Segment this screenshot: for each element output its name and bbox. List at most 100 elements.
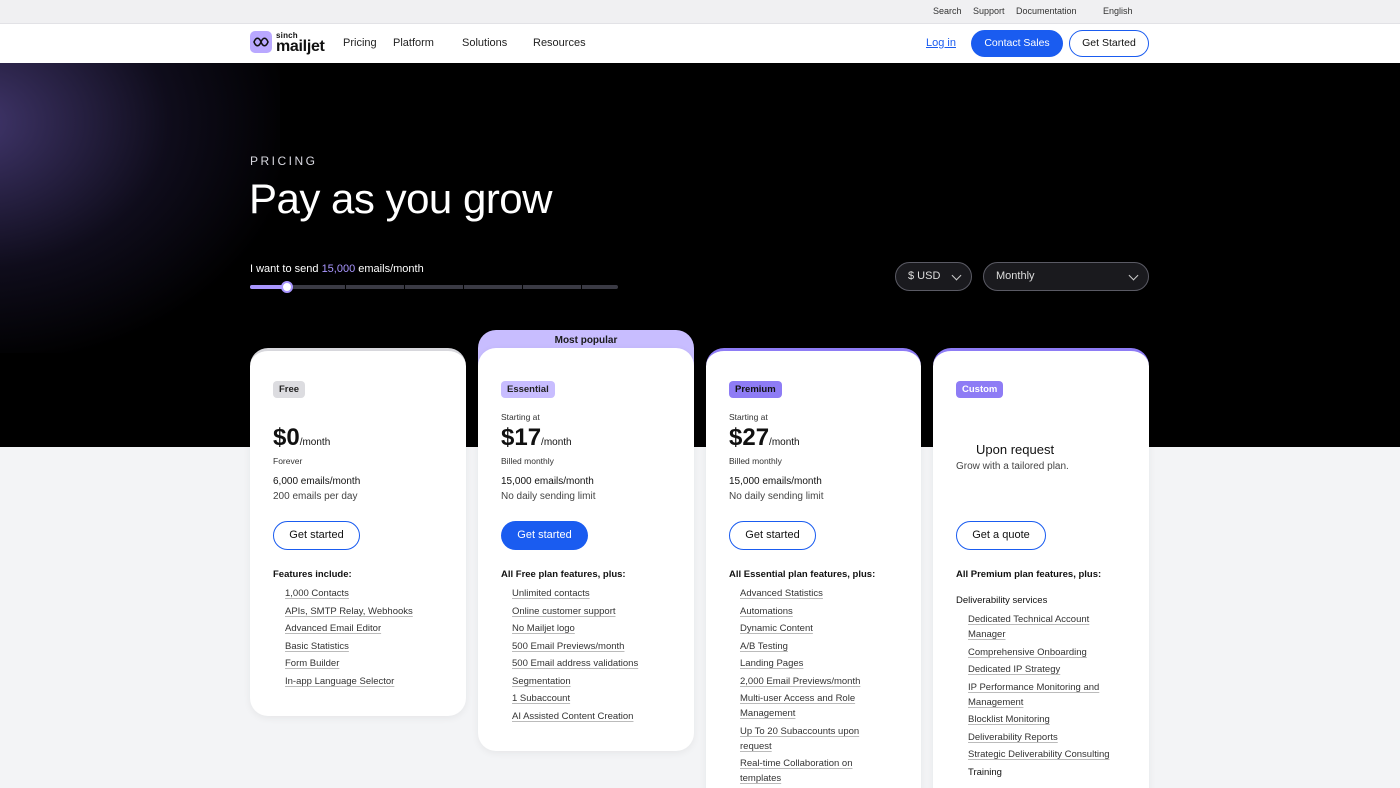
plan-card-essential — [478, 348, 694, 751]
features-heading: All Premium plan features, plus: — [956, 569, 1102, 580]
send-value: 15,000 — [321, 263, 356, 275]
price-period: /month — [299, 437, 331, 448]
feature-item[interactable]: IP Performance Monitoring and — [968, 680, 1099, 695]
feature-item[interactable]: Automations — [740, 604, 793, 619]
feature-item[interactable]: Unlimited contacts — [512, 586, 590, 601]
feature-item[interactable]: request — [740, 739, 772, 754]
utility-support-link[interactable]: Support — [973, 6, 1005, 16]
features-heading: All Free plan features, plus: — [501, 569, 626, 580]
feature-item[interactable]: Basic Statistics — [285, 639, 349, 654]
feature-item[interactable]: Strategic Deliverability Consulting — [968, 747, 1110, 762]
send-prefix: I want to send — [250, 263, 319, 275]
features-heading: Features include: — [273, 569, 352, 580]
feature-item[interactable]: Dedicated IP Strategy — [968, 662, 1060, 677]
price-note: Billed monthly — [729, 456, 782, 466]
feature-item[interactable]: Segmentation — [512, 674, 571, 689]
features-heading: All Essential plan features, plus: — [729, 569, 876, 580]
hero-eyebrow: PRICING — [250, 154, 318, 168]
feature-item[interactable]: Dynamic Content — [740, 621, 813, 636]
feature-item[interactable]: Landing Pages — [740, 656, 803, 671]
price-custom: Upon request — [976, 442, 1055, 457]
price-essential: $17/month — [501, 424, 572, 452]
get-a-quote-button[interactable]: Get a quote — [956, 521, 1046, 550]
billing-period-select[interactable]: Monthly — [983, 262, 1149, 291]
free-get-started-button[interactable]: Get started — [273, 521, 360, 550]
feature-item[interactable]: Manager — [968, 627, 1006, 642]
email-allowance: 15,000 emails/month — [501, 476, 594, 487]
utility-documentation-link[interactable]: Documentation — [1016, 6, 1077, 16]
slider-tick — [581, 284, 582, 290]
feature-item[interactable]: 500 Email Previews/month — [512, 639, 624, 654]
most-popular-label: Most popular — [554, 335, 618, 346]
billing-value: Monthly — [996, 270, 1035, 282]
logo[interactable]: sinch mailjet — [250, 31, 330, 57]
feature-item[interactable]: Blocklist Monitoring — [968, 712, 1050, 727]
slider-handle[interactable] — [280, 281, 293, 293]
premium-get-started-button[interactable]: Get started — [729, 521, 816, 550]
feature-item[interactable]: AI Assisted Content Creation — [512, 709, 633, 724]
feature-item[interactable]: Online customer support — [512, 604, 616, 619]
sending-limit: No daily sending limit — [729, 491, 824, 502]
feature-item[interactable]: Management — [740, 706, 795, 721]
nav-pricing[interactable]: Pricing — [343, 37, 377, 49]
feature-item[interactable]: 2,000 Email Previews/month — [740, 674, 860, 689]
feature-item[interactable]: 500 Email address validations — [512, 656, 638, 671]
feature-item[interactable]: Up To 20 Subaccounts upon — [740, 724, 859, 739]
essential-get-started-button[interactable]: Get started — [501, 521, 588, 550]
feature-item[interactable]: templates — [740, 771, 781, 786]
login-link[interactable]: Log in — [926, 37, 956, 49]
plan-badge-custom: Custom — [956, 381, 1004, 398]
custom-tagline: Grow with a tailored plan. — [956, 461, 1069, 472]
feature-item[interactable]: 1 Subaccount — [512, 691, 570, 706]
feature-item[interactable]: Form Builder — [285, 656, 339, 671]
feature-item: Training — [968, 766, 1002, 778]
feature-item[interactable]: Real-time Collaboration on — [740, 756, 852, 771]
mailjet-logo-icon — [250, 31, 272, 53]
send-suffix: emails/month — [358, 263, 424, 275]
logo-name: mailjet — [276, 38, 325, 55]
slider-tick — [345, 284, 346, 290]
price-note: Forever — [273, 456, 303, 466]
feature-item[interactable]: Management — [968, 695, 1023, 710]
utility-search-link[interactable]: Search — [933, 6, 962, 16]
feature-item[interactable]: Dedicated Technical Account — [968, 612, 1089, 627]
slider-tick — [522, 284, 523, 290]
email-allowance: 6,000 emails/month — [273, 476, 361, 487]
nav-resources[interactable]: Resources — [533, 37, 586, 49]
email-allowance: 15,000 emails/month — [729, 476, 822, 487]
feature-item[interactable]: In-app Language Selector — [285, 674, 394, 689]
slider-tick — [404, 284, 405, 290]
email-volume-label: I want to send 15,000 emails/month — [250, 263, 424, 275]
feature-item[interactable]: Comprehensive Onboarding — [968, 645, 1087, 660]
price-amount: $27 — [729, 424, 770, 451]
feature-item[interactable]: Multi-user Access and Role — [740, 691, 855, 706]
pricing-hero: PRICING Pay as you grow I want to send 1… — [0, 63, 1400, 447]
price-period: /month — [769, 437, 800, 448]
starting-at: Starting at — [729, 412, 768, 422]
feature-item[interactable]: Deliverability Reports — [968, 730, 1058, 745]
plan-badge-premium: Premium — [729, 381, 782, 398]
price-free: $0/month — [273, 424, 330, 452]
feature-item[interactable]: APIs, SMTP Relay, Webhooks — [285, 604, 413, 619]
feature-item[interactable]: Advanced Statistics — [740, 586, 823, 601]
plan-badge-free: Free — [273, 381, 306, 398]
feature-item[interactable]: Advanced Email Editor — [285, 621, 381, 636]
contact-sales-button[interactable]: Contact Sales — [971, 30, 1063, 57]
currency-select[interactable]: $ USD — [895, 262, 972, 291]
get-started-button[interactable]: Get Started — [1069, 30, 1149, 57]
language-selector[interactable]: English — [1103, 6, 1133, 16]
feature-item[interactable]: 1,000 Contacts — [285, 586, 349, 601]
feature-item[interactable]: A/B Testing — [740, 639, 788, 654]
price-note: Billed monthly — [501, 456, 554, 466]
sending-limit: No daily sending limit — [501, 491, 596, 502]
nav-platform[interactable]: Platform — [393, 37, 434, 49]
hero-glow — [0, 63, 280, 353]
feature-item[interactable]: No Mailjet logo — [512, 621, 575, 636]
plan-badge-essential: Essential — [501, 381, 555, 398]
price-amount: $17 — [501, 424, 542, 451]
email-volume-slider[interactable] — [250, 285, 618, 289]
page-title: Pay as you grow — [249, 175, 553, 222]
nav-solutions[interactable]: Solutions — [462, 37, 507, 49]
deliverability-heading: Deliverability services — [956, 595, 1048, 606]
starting-at: Starting at — [501, 412, 540, 422]
